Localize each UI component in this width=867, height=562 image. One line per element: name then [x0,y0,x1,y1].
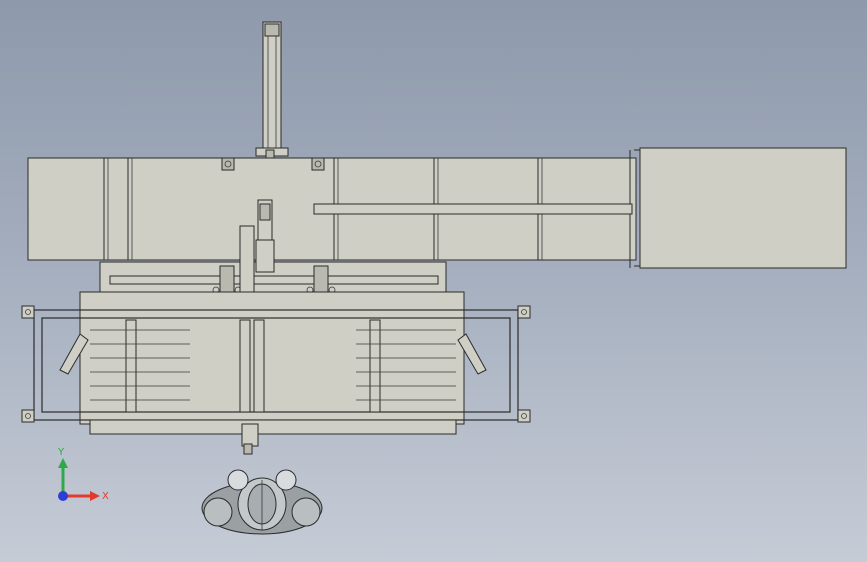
x-axis-label: X [102,491,109,502]
gripper-assembly [201,469,323,535]
machine-assembly-drawing: Y X [21,21,847,535]
vertical-actuator [255,21,289,161]
axis-triad-icon: Y X [57,447,109,502]
upper-frame-body [27,150,637,268]
lower-frame [21,291,531,455]
y-axis-label: Y [57,447,65,458]
right-housing [634,147,847,269]
cad-viewport[interactable]: Y X [0,0,867,562]
